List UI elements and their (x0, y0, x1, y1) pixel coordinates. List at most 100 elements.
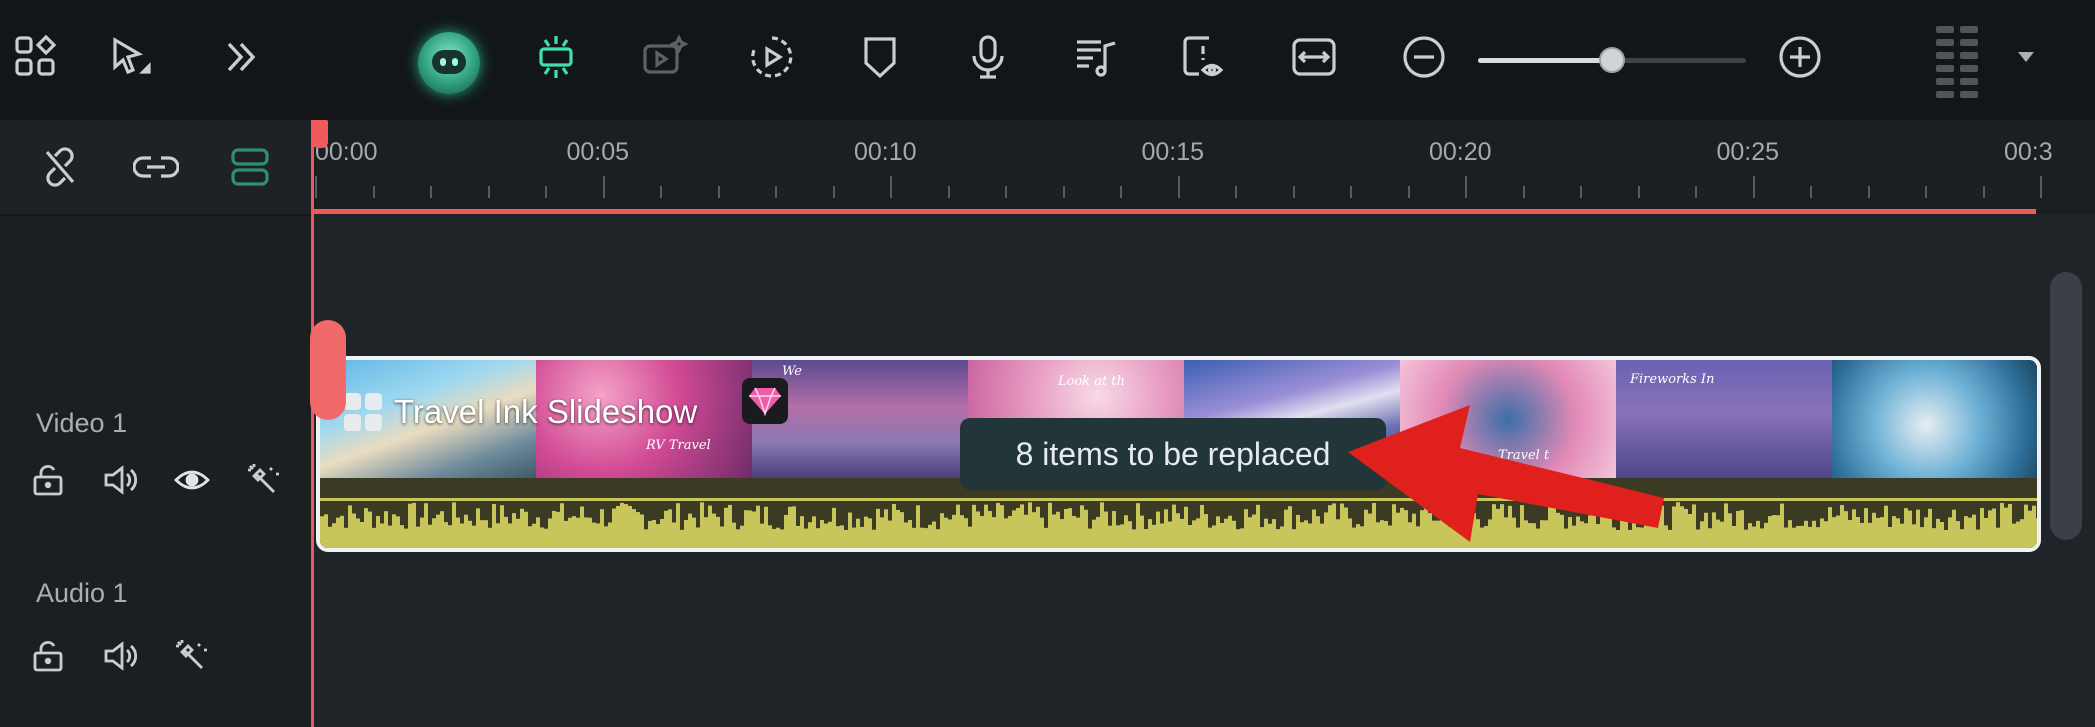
preview-eye-icon[interactable] (1172, 25, 1236, 89)
marker-shield-icon[interactable] (848, 25, 912, 89)
waveform-bar (1972, 514, 1976, 548)
clip-title: Travel Ink Slideshow (342, 386, 697, 438)
more-chevrons-icon[interactable] (208, 25, 272, 89)
waveform-bar (1824, 521, 1828, 548)
waveform-bar (632, 509, 636, 548)
volume-icon[interactable] (98, 458, 142, 502)
waveform-bar (656, 523, 660, 548)
waveform-bar (568, 517, 572, 548)
visibility-eye-icon[interactable] (170, 458, 214, 502)
waveform-bar (1068, 508, 1072, 548)
waveform-bar (1196, 518, 1200, 548)
waveform-bar (832, 507, 836, 548)
playhead-handle[interactable] (312, 120, 328, 148)
waveform-bar (1076, 517, 1080, 548)
waveform-bar (976, 511, 980, 548)
waveform-bar (1832, 517, 1836, 548)
waveform-bar (648, 520, 652, 548)
link-icon[interactable] (128, 139, 184, 195)
waveform-bar (528, 526, 532, 548)
volume-icon[interactable] (98, 634, 142, 678)
waveform-bar (1224, 518, 1228, 548)
snap-icon[interactable] (222, 139, 278, 195)
waveform-bar (1048, 502, 1052, 548)
vertical-scrollbar[interactable] (2050, 272, 2082, 540)
waveform-bar (1180, 518, 1184, 548)
waveform-bar (1752, 526, 1756, 548)
waveform-bar (728, 504, 732, 548)
waveform-bar (1748, 523, 1752, 548)
waveform-bar (1700, 521, 1704, 548)
waveform-bar (1804, 520, 1808, 548)
play-cycle-icon[interactable] (740, 25, 804, 89)
waveform-bar (664, 510, 668, 548)
select-pointer-icon[interactable] (96, 25, 160, 89)
waveform-bar (996, 502, 1000, 548)
waveform-bar (456, 517, 460, 548)
waveform-bar (952, 514, 956, 548)
waveform-bar (768, 525, 772, 548)
fit-arrows-icon[interactable] (1282, 25, 1346, 89)
waveform-bar (980, 516, 984, 548)
waveform-bar (1888, 527, 1892, 548)
ai-video-icon[interactable] (632, 25, 696, 89)
waveform-bar (1300, 522, 1304, 548)
apps-grid-icon[interactable] (4, 25, 68, 89)
effects-wand-icon[interactable] (170, 634, 214, 678)
zoom-in-icon[interactable] (1768, 25, 1832, 89)
lock-icon[interactable] (26, 634, 70, 678)
ruler-tick (1350, 186, 1352, 198)
waveform-bar (1124, 515, 1128, 548)
waveform-bar (936, 529, 940, 548)
waveform-bar (2028, 510, 2032, 548)
waveform-bar (808, 522, 812, 548)
waveform-bar (1240, 528, 1244, 548)
microphone-icon[interactable] (956, 25, 1020, 89)
waveform-bar (1000, 505, 1004, 548)
waveform-bar (512, 513, 516, 548)
waveform-bar (1828, 507, 1832, 548)
effects-wand-icon[interactable] (242, 458, 286, 502)
waveform-bar (1876, 517, 1880, 548)
auto-highlight-icon[interactable] (524, 25, 588, 89)
playhead[interactable] (311, 120, 314, 727)
waveform-bar (452, 502, 456, 548)
ruler-tick (487, 186, 490, 198)
zoom-out-icon[interactable] (1392, 25, 1456, 89)
clip-trim-handle[interactable] (310, 320, 346, 420)
panel-grid-handle-icon[interactable] (1936, 26, 1980, 98)
waveform-bar (1244, 509, 1248, 548)
waveform-bar (436, 514, 440, 548)
unlink-icon[interactable] (32, 139, 88, 195)
waveform-bar (828, 521, 832, 548)
waveform-bar (884, 509, 888, 548)
waveform-bar (1792, 527, 1796, 548)
music-list-icon[interactable] (1064, 25, 1128, 89)
waveform-bar (752, 511, 756, 548)
waveform-bar (680, 529, 684, 548)
waveform-bar (564, 520, 568, 548)
waveform-bar (940, 513, 944, 548)
waveform-bar (1308, 523, 1312, 548)
waveform-bar (912, 527, 916, 548)
waveform-bar (408, 503, 412, 548)
waveform-bar (360, 522, 364, 548)
waveform-bar (516, 518, 520, 548)
waveform-bar (1152, 524, 1156, 548)
waveform-bar (1964, 516, 1968, 548)
waveform-bar (480, 520, 484, 548)
zoom-slider[interactable] (1478, 47, 1746, 73)
time-ruler[interactable]: 00:00 00:05 00:10 00:15 00:20 00:25 00:3 (312, 120, 2095, 216)
waveform-bar (732, 522, 736, 548)
lock-icon[interactable] (26, 458, 70, 502)
waveform-bar (1744, 529, 1748, 548)
ai-assistant-icon[interactable] (418, 32, 480, 94)
waveform-bar (924, 528, 928, 548)
chevron-down-icon[interactable] (2018, 52, 2034, 62)
waveform-bar (900, 512, 904, 548)
waveform-bar (1976, 529, 1980, 548)
zoom-slider-knob[interactable] (1599, 47, 1625, 73)
waveform-bar (1980, 507, 1984, 548)
waveform-bar (852, 527, 856, 548)
waveform-bar (1004, 518, 1008, 548)
